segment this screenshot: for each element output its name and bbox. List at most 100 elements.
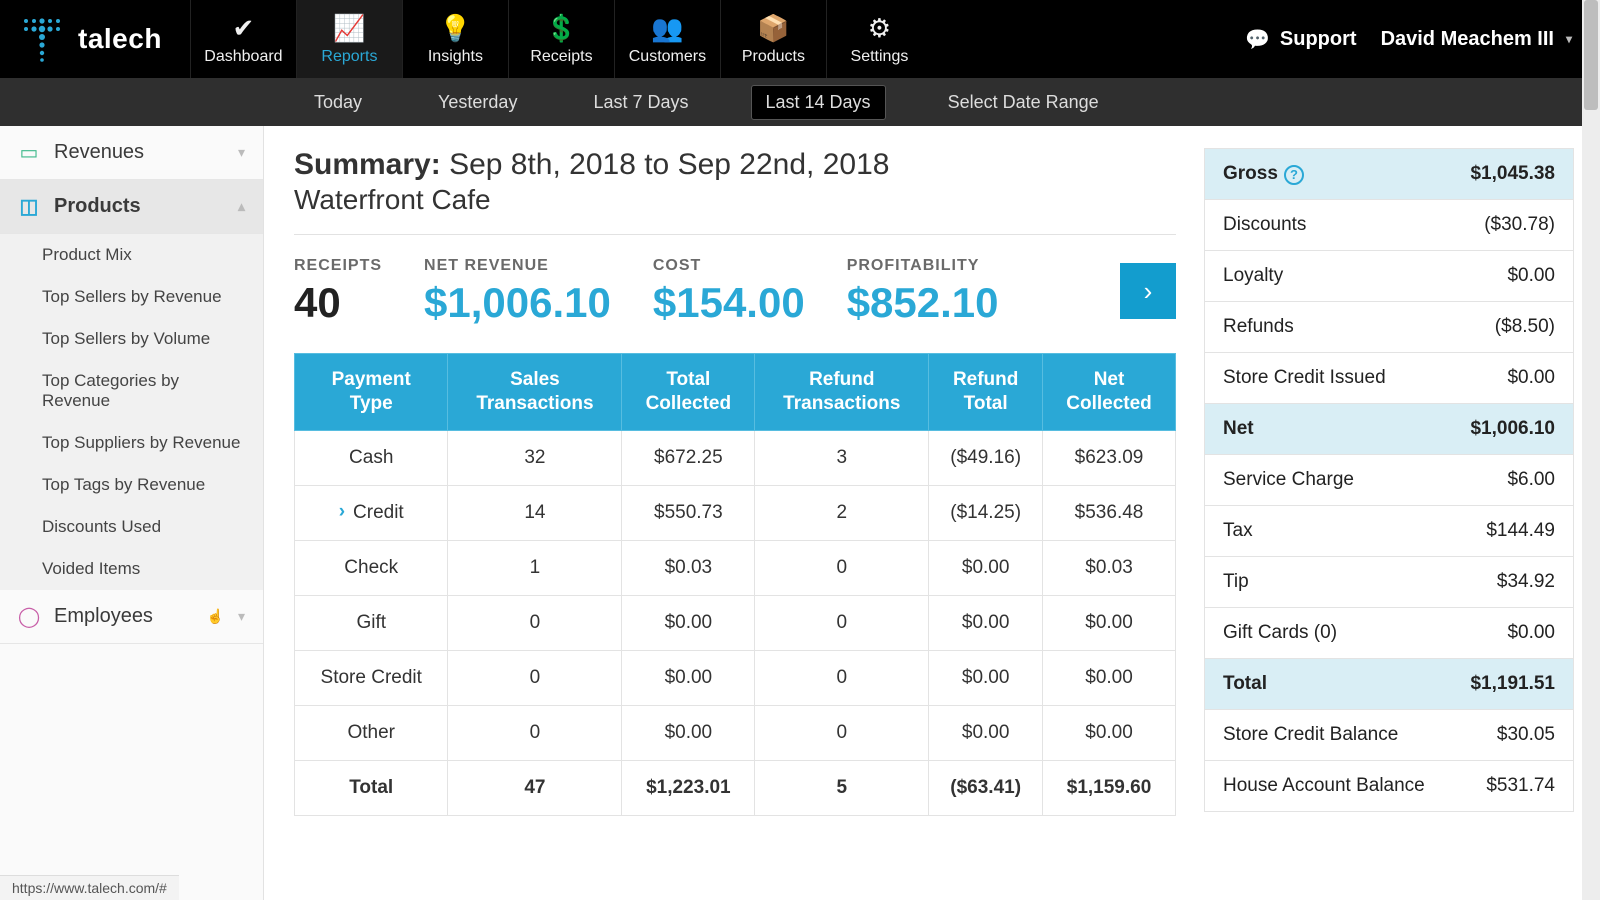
sidebar-item-voided-items[interactable]: Voided Items bbox=[0, 548, 263, 590]
breakdown-value: $6.00 bbox=[1507, 469, 1555, 491]
kpi-cost: COST $154.00 bbox=[653, 257, 805, 327]
sidebar-item-top-categories-by-revenue[interactable]: Top Categories by Revenue bbox=[0, 360, 263, 422]
nav-label: Receipts bbox=[530, 48, 592, 66]
nav-label: Settings bbox=[851, 48, 909, 66]
breakdown-value: $1,006.10 bbox=[1470, 418, 1555, 440]
chevron-right-icon: › bbox=[1144, 276, 1153, 307]
money-icon: ▭ bbox=[18, 140, 40, 165]
col-header: NetCollected bbox=[1043, 354, 1176, 431]
cell: 0 bbox=[755, 540, 929, 595]
table-row: Cash32$672.253($49.16)$623.09 bbox=[295, 430, 1176, 485]
insights-icon: 💡 bbox=[439, 13, 471, 44]
breakdown-value: ($8.50) bbox=[1495, 316, 1555, 338]
breakdown-label: Tax bbox=[1223, 520, 1253, 542]
table-row: Check1$0.030$0.00$0.03 bbox=[295, 540, 1176, 595]
cell: $0.00 bbox=[1043, 705, 1176, 760]
user-menu[interactable]: David Meachem III ▾ bbox=[1381, 0, 1600, 78]
cell: $0.03 bbox=[1043, 540, 1176, 595]
receipts-icon: 💲 bbox=[545, 13, 577, 44]
breakdown-row: Tax $144.49 bbox=[1205, 506, 1573, 557]
top-nav: talech ✔Dashboard📈Reports💡Insights 💲 Recei… bbox=[0, 0, 1600, 78]
sidebar-item-top-sellers-by-revenue[interactable]: Top Sellers by Revenue bbox=[0, 276, 263, 318]
kpi-net-revenue: NET REVENUE $1,006.10 bbox=[424, 257, 611, 327]
summary-breakdown: Gross?$1,045.38Discounts($30.78)Loyalty$… bbox=[1204, 148, 1574, 812]
date-range-yesterday[interactable]: Yesterday bbox=[424, 86, 531, 119]
expand-icon[interactable]: › bbox=[339, 501, 345, 523]
cell: $672.25 bbox=[622, 430, 755, 485]
sidebar-item-discounts-used[interactable]: Discounts Used bbox=[0, 506, 263, 548]
table-row[interactable]: ›Credit14$550.732($14.25)$536.48 bbox=[295, 485, 1176, 540]
breakdown-row: Service Charge$6.00 bbox=[1205, 455, 1573, 506]
nav-settings[interactable]: ⚙ Settings bbox=[826, 0, 932, 78]
table-row: Gift0$0.000$0.00$0.00 bbox=[295, 595, 1176, 650]
breakdown-value: $144.49 bbox=[1486, 520, 1555, 542]
date-range-last-7-days[interactable]: Last 7 Days bbox=[579, 86, 702, 119]
breakdown-label: Gift Cards (0) bbox=[1223, 622, 1337, 644]
help-icon[interactable]: ? bbox=[1284, 165, 1304, 185]
cell: $550.73 bbox=[622, 485, 755, 540]
cell: $0.00 bbox=[1043, 595, 1176, 650]
cell: 0 bbox=[755, 705, 929, 760]
breakdown-row: Store Credit Issued$0.00 bbox=[1205, 353, 1573, 404]
nav-label: Products bbox=[742, 48, 805, 66]
breakdown-label: Loyalty bbox=[1223, 265, 1283, 287]
breakdown-value: $0.00 bbox=[1507, 367, 1555, 389]
table-row: Store Credit0$0.000$0.00$0.00 bbox=[295, 650, 1176, 705]
payments-table: PaymentTypeSalesTransactionsTotalCollect… bbox=[294, 353, 1176, 816]
breakdown-row: Refunds($8.50) bbox=[1205, 302, 1573, 353]
date-range-select-date-range[interactable]: Select Date Range bbox=[934, 86, 1113, 119]
nav-label: Dashboard bbox=[204, 48, 282, 66]
chat-icon: 💬 bbox=[1245, 27, 1270, 52]
next-button[interactable]: › bbox=[1120, 263, 1176, 319]
breakdown-row: House Account Balance$531.74 bbox=[1205, 761, 1573, 811]
breakdown-value: $34.92 bbox=[1497, 571, 1555, 593]
sidebar-item-top-tags-by-revenue[interactable]: Top Tags by Revenue bbox=[0, 464, 263, 506]
date-range-last-14-days[interactable]: Last 14 Days bbox=[751, 85, 886, 120]
person-icon: ◯ bbox=[18, 604, 40, 629]
sidebar-item-top-sellers-by-volume[interactable]: Top Sellers by Volume bbox=[0, 318, 263, 360]
breakdown-label: Discounts bbox=[1223, 214, 1306, 236]
settings-icon: ⚙ bbox=[868, 13, 891, 44]
cell: 0 bbox=[448, 705, 622, 760]
support-button[interactable]: 💬 Support bbox=[1221, 0, 1381, 78]
breakdown-label: Store Credit Balance bbox=[1223, 724, 1398, 746]
nav-customers[interactable]: 👥 Customers bbox=[614, 0, 720, 78]
nav-reports[interactable]: 📈Reports bbox=[296, 0, 402, 78]
cell: $536.48 bbox=[1043, 485, 1176, 540]
cell-type: ›Credit bbox=[295, 485, 448, 540]
cube-icon: ◫ bbox=[18, 194, 40, 219]
sidebar-item-top-suppliers-by-revenue[interactable]: Top Suppliers by Revenue bbox=[0, 422, 263, 464]
nav-insights[interactable]: 💡Insights bbox=[402, 0, 508, 78]
kpi-row: RECEIPTS 40 NET REVENUE $1,006.10 COST $… bbox=[294, 257, 1176, 327]
sidebar-group-revenues[interactable]: ▭ Revenues ▾ bbox=[0, 126, 263, 180]
divider bbox=[294, 234, 1176, 235]
breakdown-label: Tip bbox=[1223, 571, 1249, 593]
breakdown-label: Total bbox=[1223, 673, 1267, 695]
breakdown-label: House Account Balance bbox=[1223, 775, 1425, 797]
sidebar-group-products[interactable]: ◫ Products ▴ bbox=[0, 180, 263, 234]
breakdown-label: Gross? bbox=[1223, 163, 1304, 185]
scrollbar[interactable] bbox=[1582, 0, 1600, 900]
breakdown-value: $1,191.51 bbox=[1470, 673, 1555, 695]
brand[interactable]: talech bbox=[0, 0, 190, 78]
brand-name: talech bbox=[78, 23, 162, 55]
sidebar-item-product-mix[interactable]: Product Mix bbox=[0, 234, 263, 276]
nav-label: Reports bbox=[321, 48, 377, 66]
cell: 32 bbox=[448, 430, 622, 485]
breakdown-value: $0.00 bbox=[1507, 265, 1555, 287]
nav-label: Customers bbox=[629, 48, 706, 66]
kpi-receipts: RECEIPTS 40 bbox=[294, 257, 382, 327]
nav-products[interactable]: 📦Products bbox=[720, 0, 826, 78]
breakdown-value: $0.00 bbox=[1507, 622, 1555, 644]
sidebar-group-employees[interactable]: ◯ Employees ☝ ▾ bbox=[0, 590, 263, 644]
date-range-today[interactable]: Today bbox=[300, 86, 376, 119]
breakdown-row: Total $1,191.51 bbox=[1205, 659, 1573, 710]
scrollbar-thumb[interactable] bbox=[1584, 0, 1598, 110]
nav-receipts[interactable]: 💲 Receipts bbox=[508, 0, 614, 78]
breakdown-row: Net$1,006.10 bbox=[1205, 404, 1573, 455]
nav-dashboard[interactable]: ✔Dashboard bbox=[190, 0, 296, 78]
user-name: David Meachem III bbox=[1381, 28, 1554, 51]
cell-type: Other bbox=[295, 705, 448, 760]
breakdown-row: Gross?$1,045.38 bbox=[1205, 149, 1573, 200]
customers-icon: 👥 bbox=[651, 13, 683, 44]
